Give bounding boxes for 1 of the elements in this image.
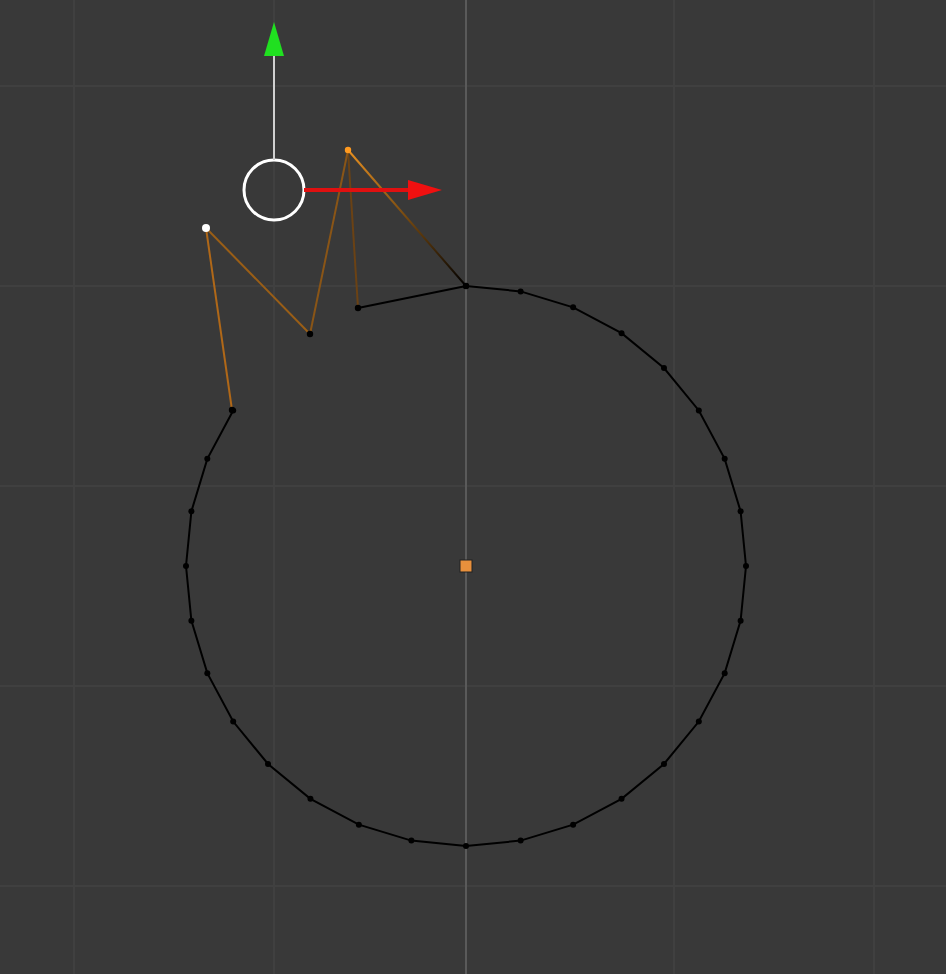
transform-gizmo-drawing[interactable] — [242, 22, 442, 222]
